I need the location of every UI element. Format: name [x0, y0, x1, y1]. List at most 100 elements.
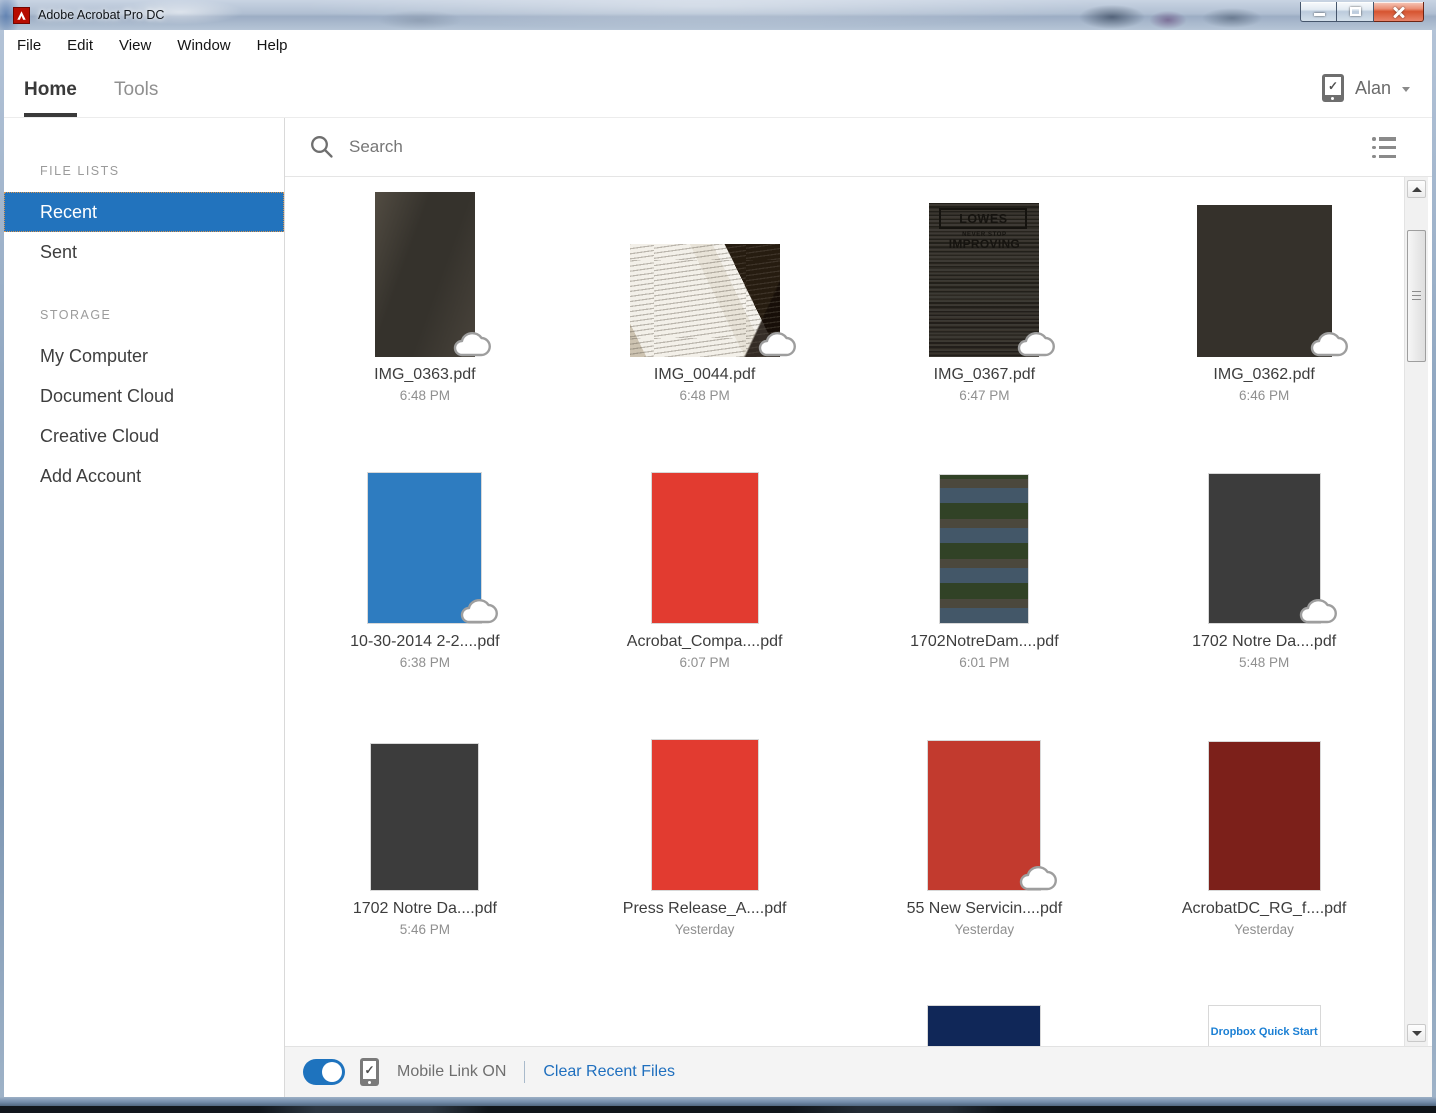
file-time: 6:07 PM — [679, 655, 730, 670]
desktop-background — [0, 1106, 1436, 1113]
sidebar-item-add-account[interactable]: Add Account — [4, 456, 284, 496]
scroll-up-button[interactable] — [1407, 180, 1426, 198]
file-name: IMG_0367.pdf — [933, 366, 1036, 383]
file-thumbnail: Dropbox Quick Start — [1207, 1005, 1321, 1046]
file-tile[interactable]: IMG_0363.pdf 6:48 PM — [285, 177, 565, 444]
menu-file[interactable]: File — [4, 30, 54, 62]
vertical-scrollbar[interactable] — [1404, 177, 1428, 1046]
sidebar-item-my-computer[interactable]: My Computer — [4, 336, 284, 376]
file-tile[interactable]: Press Release_A....pdf Yesterday — [565, 711, 845, 978]
file-name: 1702 Notre Da....pdf — [352, 900, 497, 917]
window-frame-bottom — [0, 1097, 1436, 1106]
file-tile-partial[interactable]: Dropbox Quick Start — [1124, 978, 1404, 1046]
window-controls — [1300, 2, 1424, 22]
file-tile[interactable]: 1702 Notre Da....pdf 5:48 PM — [1124, 444, 1404, 711]
cloud-icon — [758, 331, 796, 357]
minimize-button[interactable] — [1300, 2, 1337, 22]
file-tile-partial[interactable] — [845, 978, 1125, 1046]
mobile-link-toggle[interactable] — [303, 1059, 345, 1085]
file-tile[interactable]: LOWES NEVER STOP IMPROVING IMG_0367.pdf 6:47… — [845, 177, 1125, 444]
file-thumbnail — [939, 474, 1030, 624]
footer-bar: ✓ Mobile Link ON Clear Recent Files — [285, 1046, 1432, 1097]
sidebar-item-sent[interactable]: Sent — [4, 232, 284, 272]
file-name: 55 New Servicin....pdf — [906, 900, 1063, 917]
file-tile[interactable]: IMG_0362.pdf 6:46 PM — [1124, 177, 1404, 444]
menu-help[interactable]: Help — [244, 30, 301, 62]
file-name: IMG_0362.pdf — [1213, 366, 1315, 383]
file-lists-header: FILE LISTS — [40, 164, 120, 178]
file-tile[interactable]: Acrobat_Compa....pdf 6:07 PM — [565, 444, 845, 711]
window-content: File Edit View Window Help Home Tools ✓ … — [4, 30, 1432, 1097]
cloud-icon — [1299, 598, 1337, 624]
menu-bar: File Edit View Window Help — [4, 30, 1432, 62]
sidebar-item-creative-cloud[interactable]: Creative Cloud — [4, 416, 284, 456]
file-time: 6:38 PM — [399, 655, 451, 670]
file-name: 10-30-2014 2-2....pdf — [350, 633, 500, 650]
file-tile[interactable]: IMG_0044.pdf 6:48 PM — [565, 177, 845, 444]
file-thumbnail — [370, 743, 480, 891]
file-tile[interactable]: AcrobatDC_RG_f....pdf Yesterday — [1124, 711, 1404, 978]
window-title: Adobe Acrobat Pro DC — [38, 8, 165, 22]
file-name: 1702NotreDam....pdf — [910, 633, 1059, 650]
menu-edit[interactable]: Edit — [54, 30, 106, 62]
file-time: 5:46 PM — [399, 922, 451, 937]
thumbnail-text: Dropbox Quick Start — [1210, 1026, 1318, 1038]
file-tile[interactable]: 1702 Notre Da....pdf 5:46 PM — [285, 711, 565, 978]
clear-recent-files-link[interactable]: Clear Recent Files — [543, 1063, 675, 1081]
file-name: Acrobat_Compa....pdf — [626, 633, 783, 650]
file-time: 6:01 PM — [959, 655, 1010, 670]
thumbnail-text: IMPROVING — [948, 237, 1021, 251]
cloud-icon — [1018, 331, 1056, 357]
file-time: Yesterday — [674, 922, 735, 937]
tab-bar: Home Tools ✓ Alan — [4, 62, 1432, 118]
file-name: 1702 Notre Da....pdf — [1192, 633, 1337, 650]
account-menu[interactable]: ✓ Alan — [1321, 74, 1410, 102]
cloud-icon — [453, 331, 491, 357]
sidebar-item-recent[interactable]: Recent — [4, 192, 284, 232]
chevron-down-icon — [1402, 87, 1410, 92]
menu-view[interactable]: View — [106, 30, 164, 62]
file-thumbnail — [927, 1005, 1042, 1046]
acrobat-logo-icon — [13, 7, 30, 24]
file-time: 6:48 PM — [679, 388, 730, 403]
cloud-icon — [461, 598, 499, 624]
footer-separator — [524, 1061, 526, 1083]
menu-window[interactable]: Window — [164, 30, 243, 62]
search-bar — [285, 118, 1432, 177]
file-time: 6:46 PM — [1238, 388, 1290, 403]
file-tile[interactable]: 10-30-2014 2-2....pdf 6:38 PM — [285, 444, 565, 711]
mobile-link-icon: ✓ — [360, 1058, 379, 1086]
search-input[interactable] — [347, 136, 967, 158]
window-frame-right — [1432, 30, 1436, 1105]
file-name: IMG_0363.pdf — [374, 366, 476, 383]
file-name: Press Release_A....pdf — [622, 900, 787, 917]
cloud-icon — [1310, 331, 1348, 357]
search-icon — [311, 136, 333, 158]
file-tile[interactable]: 55 New Servicin....pdf Yesterday — [845, 711, 1125, 978]
maximize-button[interactable] — [1337, 2, 1374, 22]
file-thumbnail — [1207, 741, 1321, 891]
sidebar: FILE LISTS Recent Sent STORAGE My Comput… — [4, 118, 285, 1097]
file-name: IMG_0044.pdf — [653, 366, 756, 383]
scroll-down-button[interactable] — [1407, 1024, 1426, 1042]
scrollbar-thumb[interactable] — [1407, 230, 1426, 362]
mobile-link-label: Mobile Link ON — [397, 1063, 507, 1080]
mobile-link-icon: ✓ — [1321, 74, 1344, 102]
file-time: Yesterday — [954, 922, 1015, 937]
file-name: AcrobatDC_RG_f....pdf — [1181, 900, 1347, 917]
sidebar-item-document-cloud[interactable]: Document Cloud — [4, 376, 284, 416]
file-time: 5:48 PM — [1238, 655, 1290, 670]
close-button[interactable] — [1374, 2, 1424, 22]
tab-tools[interactable]: Tools — [114, 79, 158, 117]
storage-header: STORAGE — [40, 308, 112, 322]
file-thumbnail — [650, 739, 759, 891]
screen: Adobe Acrobat Pro DC File Edit View Wind… — [0, 0, 1436, 1113]
file-grid-viewport: IMG_0363.pdf 6:48 PM IMG_0044.pdf 6:48 PM LO… — [285, 177, 1404, 1046]
thumbnail-text: LOWES — [939, 208, 1028, 229]
file-thumbnail — [650, 472, 759, 624]
list-view-button[interactable] — [1372, 137, 1396, 158]
file-tile[interactable]: 1702NotreDam....pdf 6:01 PM — [845, 444, 1125, 711]
tab-home[interactable]: Home — [24, 79, 77, 117]
file-time: 6:47 PM — [959, 388, 1010, 403]
account-name: Alan — [1354, 77, 1391, 98]
